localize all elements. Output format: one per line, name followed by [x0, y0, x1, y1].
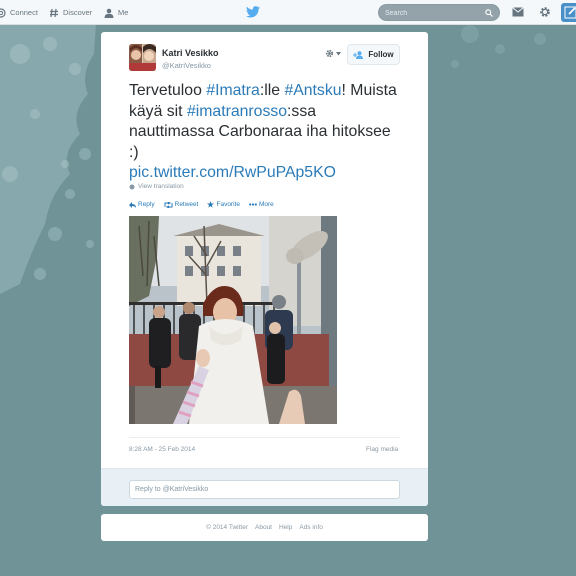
hashtag-link-imatranrosso[interactable]: #imatranrosso [187, 103, 287, 120]
follow-button[interactable]: Follow [347, 44, 400, 65]
favorite-label: Favorite [216, 201, 240, 208]
search-input[interactable] [385, 7, 485, 19]
nav-discover-label: Discover [63, 8, 93, 17]
footer-help-link[interactable]: Help [279, 524, 292, 531]
twitter-bird-icon[interactable] [246, 6, 260, 18]
reply-input[interactable]: Reply to @KatriVesikko [129, 480, 400, 499]
tweet-text-part: Tervetuloo [129, 82, 207, 99]
footer-ads-info-link[interactable]: Ads info [299, 524, 323, 531]
flag-media-link[interactable]: Flag media [366, 446, 398, 453]
tweet-photo[interactable] [129, 216, 337, 424]
favorite-action[interactable]: Favorite [207, 201, 240, 208]
nav-connect[interactable]: Connect [0, 0, 38, 25]
nav-discover[interactable]: Discover [49, 0, 92, 25]
photo-image [129, 216, 337, 424]
hashtag-icon [50, 8, 58, 17]
tweet-text: Tervetuloo #Imatra:lle #Antsku! Muista k… [129, 81, 399, 184]
compose-icon [564, 6, 576, 19]
avatar-image [129, 44, 156, 71]
hashtag-link-antsku[interactable]: #Antsku [284, 82, 341, 99]
footer-copyright: © 2014 Twitter [206, 524, 248, 531]
nav-connect-label: Connect [10, 8, 38, 17]
reply-icon [129, 201, 136, 208]
reply-area: Reply to @KatriVesikko [101, 468, 428, 506]
tweet-options-menu[interactable] [325, 49, 341, 58]
settings-gear-icon[interactable] [539, 6, 551, 18]
follow-label: Follow [368, 50, 394, 59]
more-dots-icon [249, 203, 257, 206]
divider [129, 437, 400, 438]
retweet-label: Retweet [174, 201, 199, 208]
tweet-timestamp[interactable]: 8:28 AM - 25 Feb 2014 [129, 446, 195, 453]
user-icon [104, 8, 114, 18]
compose-tweet-button[interactable] [561, 3, 576, 22]
more-label: More [258, 201, 274, 208]
globe-icon [129, 184, 135, 189]
footer: © 2014 Twitter About Help Ads info [101, 514, 428, 541]
more-action[interactable]: More [249, 201, 274, 208]
messages-icon[interactable] [512, 7, 524, 17]
top-nav-bar: Connect Discover Me [0, 0, 576, 25]
tweet-card: Katri Vesikko @KatriVesikko Follow Terve… [101, 32, 428, 506]
avatar[interactable] [129, 44, 156, 71]
view-translation-link[interactable]: View translation [129, 183, 184, 190]
author-handle[interactable]: @KatriVesikko [162, 61, 211, 70]
tweet-actions: Reply Retweet Favorite More [129, 201, 274, 208]
author-name[interactable]: Katri Vesikko [162, 48, 219, 58]
nav-me-label: Me [118, 8, 129, 17]
reply-label: Reply [138, 201, 155, 208]
retweet-icon [164, 201, 173, 208]
retweet-action[interactable]: Retweet [164, 201, 199, 208]
media-link[interactable]: pic.twitter.com/RwPuPAp5KO [129, 164, 336, 181]
nav-me[interactable]: Me [104, 0, 128, 25]
follow-user-icon [353, 50, 364, 59]
star-icon [207, 201, 215, 208]
footer-about-link[interactable]: About [255, 524, 272, 531]
gear-icon [325, 49, 334, 58]
view-translation-label: View translation [138, 183, 184, 190]
reply-action[interactable]: Reply [129, 201, 155, 208]
search-icon[interactable] [485, 9, 493, 17]
hashtag-link-imatra[interactable]: #Imatra [206, 82, 260, 99]
search-box[interactable] [378, 4, 500, 21]
tweet-text-part: :lle [259, 82, 285, 99]
at-icon [0, 7, 6, 18]
chevron-down-icon [336, 51, 341, 55]
